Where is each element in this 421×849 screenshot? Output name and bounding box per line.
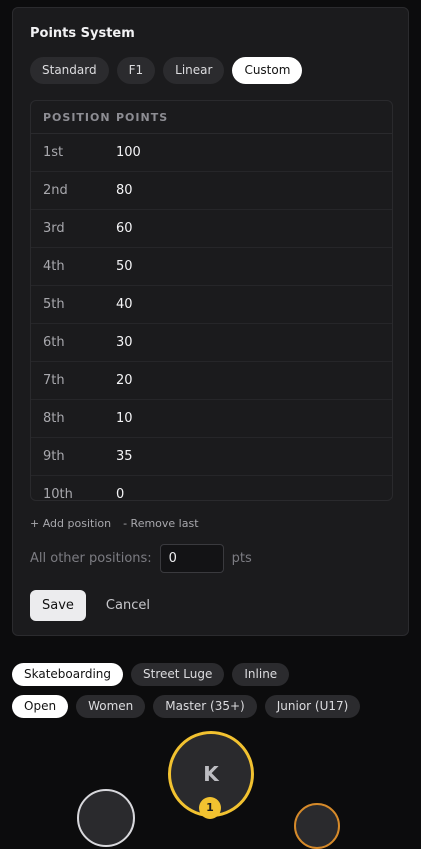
preset-standard-button[interactable]: Standard	[30, 57, 109, 84]
points-cell[interactable]: 30	[116, 335, 133, 350]
table-row: 8th 10	[31, 400, 392, 438]
table-header: POSITION POINTS	[31, 101, 392, 134]
first-place-initial: K	[203, 762, 219, 786]
form-actions: Save Cancel	[30, 590, 150, 621]
points-cell[interactable]: 80	[116, 183, 133, 198]
discipline-tabs: Skateboarding Street Luge Inline	[12, 663, 290, 686]
remove-last-link[interactable]: - Remove last	[123, 517, 198, 530]
tab-inline[interactable]: Inline	[232, 663, 290, 686]
points-cell[interactable]: 20	[116, 373, 133, 388]
row-actions: + Add position - Remove last	[30, 517, 199, 530]
position-cell: 1st	[43, 145, 64, 160]
other-positions-unit: pts	[231, 551, 252, 566]
third-place-avatar[interactable]	[294, 803, 340, 849]
table-row: 10th 0	[31, 476, 392, 501]
tab-skateboarding[interactable]: Skateboarding	[12, 663, 124, 686]
table-row: 2nd 80	[31, 172, 392, 210]
points-cell[interactable]: 10	[116, 411, 133, 426]
points-cell[interactable]: 35	[116, 449, 133, 464]
preset-custom-button[interactable]: Custom	[232, 57, 303, 84]
other-positions-input[interactable]	[159, 544, 224, 573]
position-cell: 6th	[43, 335, 65, 350]
table-row: 1st 100	[31, 134, 392, 172]
preset-selector: Standard F1 Linear Custom	[30, 57, 303, 84]
table-row: 5th 40	[31, 286, 392, 324]
table-row: 6th 30	[31, 324, 392, 362]
position-cell: 3rd	[43, 221, 65, 236]
tab-master[interactable]: Master (35+)	[153, 695, 257, 718]
position-cell: 7th	[43, 373, 65, 388]
points-cell[interactable]: 50	[116, 259, 133, 274]
add-position-link[interactable]: + Add position	[30, 517, 111, 530]
panel-title: Points System	[30, 26, 135, 41]
points-column-header: POINTS	[116, 110, 169, 124]
table-row: 3rd 60	[31, 210, 392, 248]
cancel-button[interactable]: Cancel	[106, 598, 150, 613]
table-row: 7th 20	[31, 362, 392, 400]
points-table: POSITION POINTS 1st 100 2nd 80 3rd 60 4t…	[30, 100, 393, 501]
points-cell[interactable]: 0	[116, 487, 124, 500]
points-cell[interactable]: 60	[116, 221, 133, 236]
position-cell: 10th	[43, 487, 73, 501]
position-cell: 8th	[43, 411, 65, 426]
other-positions-row: All other positions: pts	[30, 544, 252, 573]
position-cell: 4th	[43, 259, 65, 274]
position-column-header: POSITION	[43, 110, 111, 124]
points-system-panel: Points System Standard F1 Linear Custom …	[12, 7, 409, 636]
other-positions-label: All other positions:	[30, 551, 152, 566]
table-row: 4th 50	[31, 248, 392, 286]
tab-open[interactable]: Open	[12, 695, 69, 718]
position-cell: 2nd	[43, 183, 68, 198]
points-cell[interactable]: 40	[116, 297, 133, 312]
save-button[interactable]: Save	[30, 590, 86, 621]
tab-street-luge[interactable]: Street Luge	[131, 663, 225, 686]
preset-f1-button[interactable]: F1	[116, 57, 156, 84]
second-place-avatar[interactable]	[77, 789, 135, 847]
preset-linear-button[interactable]: Linear	[163, 57, 225, 84]
position-cell: 5th	[43, 297, 65, 312]
tab-women[interactable]: Women	[76, 695, 146, 718]
first-place-rank-badge: 1	[199, 797, 221, 819]
table-row: 9th 35	[31, 438, 392, 476]
points-cell[interactable]: 100	[116, 145, 141, 160]
tab-junior[interactable]: Junior (U17)	[264, 695, 361, 718]
category-tabs: Open Women Master (35+) Junior (U17)	[12, 695, 361, 718]
position-cell: 9th	[43, 449, 65, 464]
